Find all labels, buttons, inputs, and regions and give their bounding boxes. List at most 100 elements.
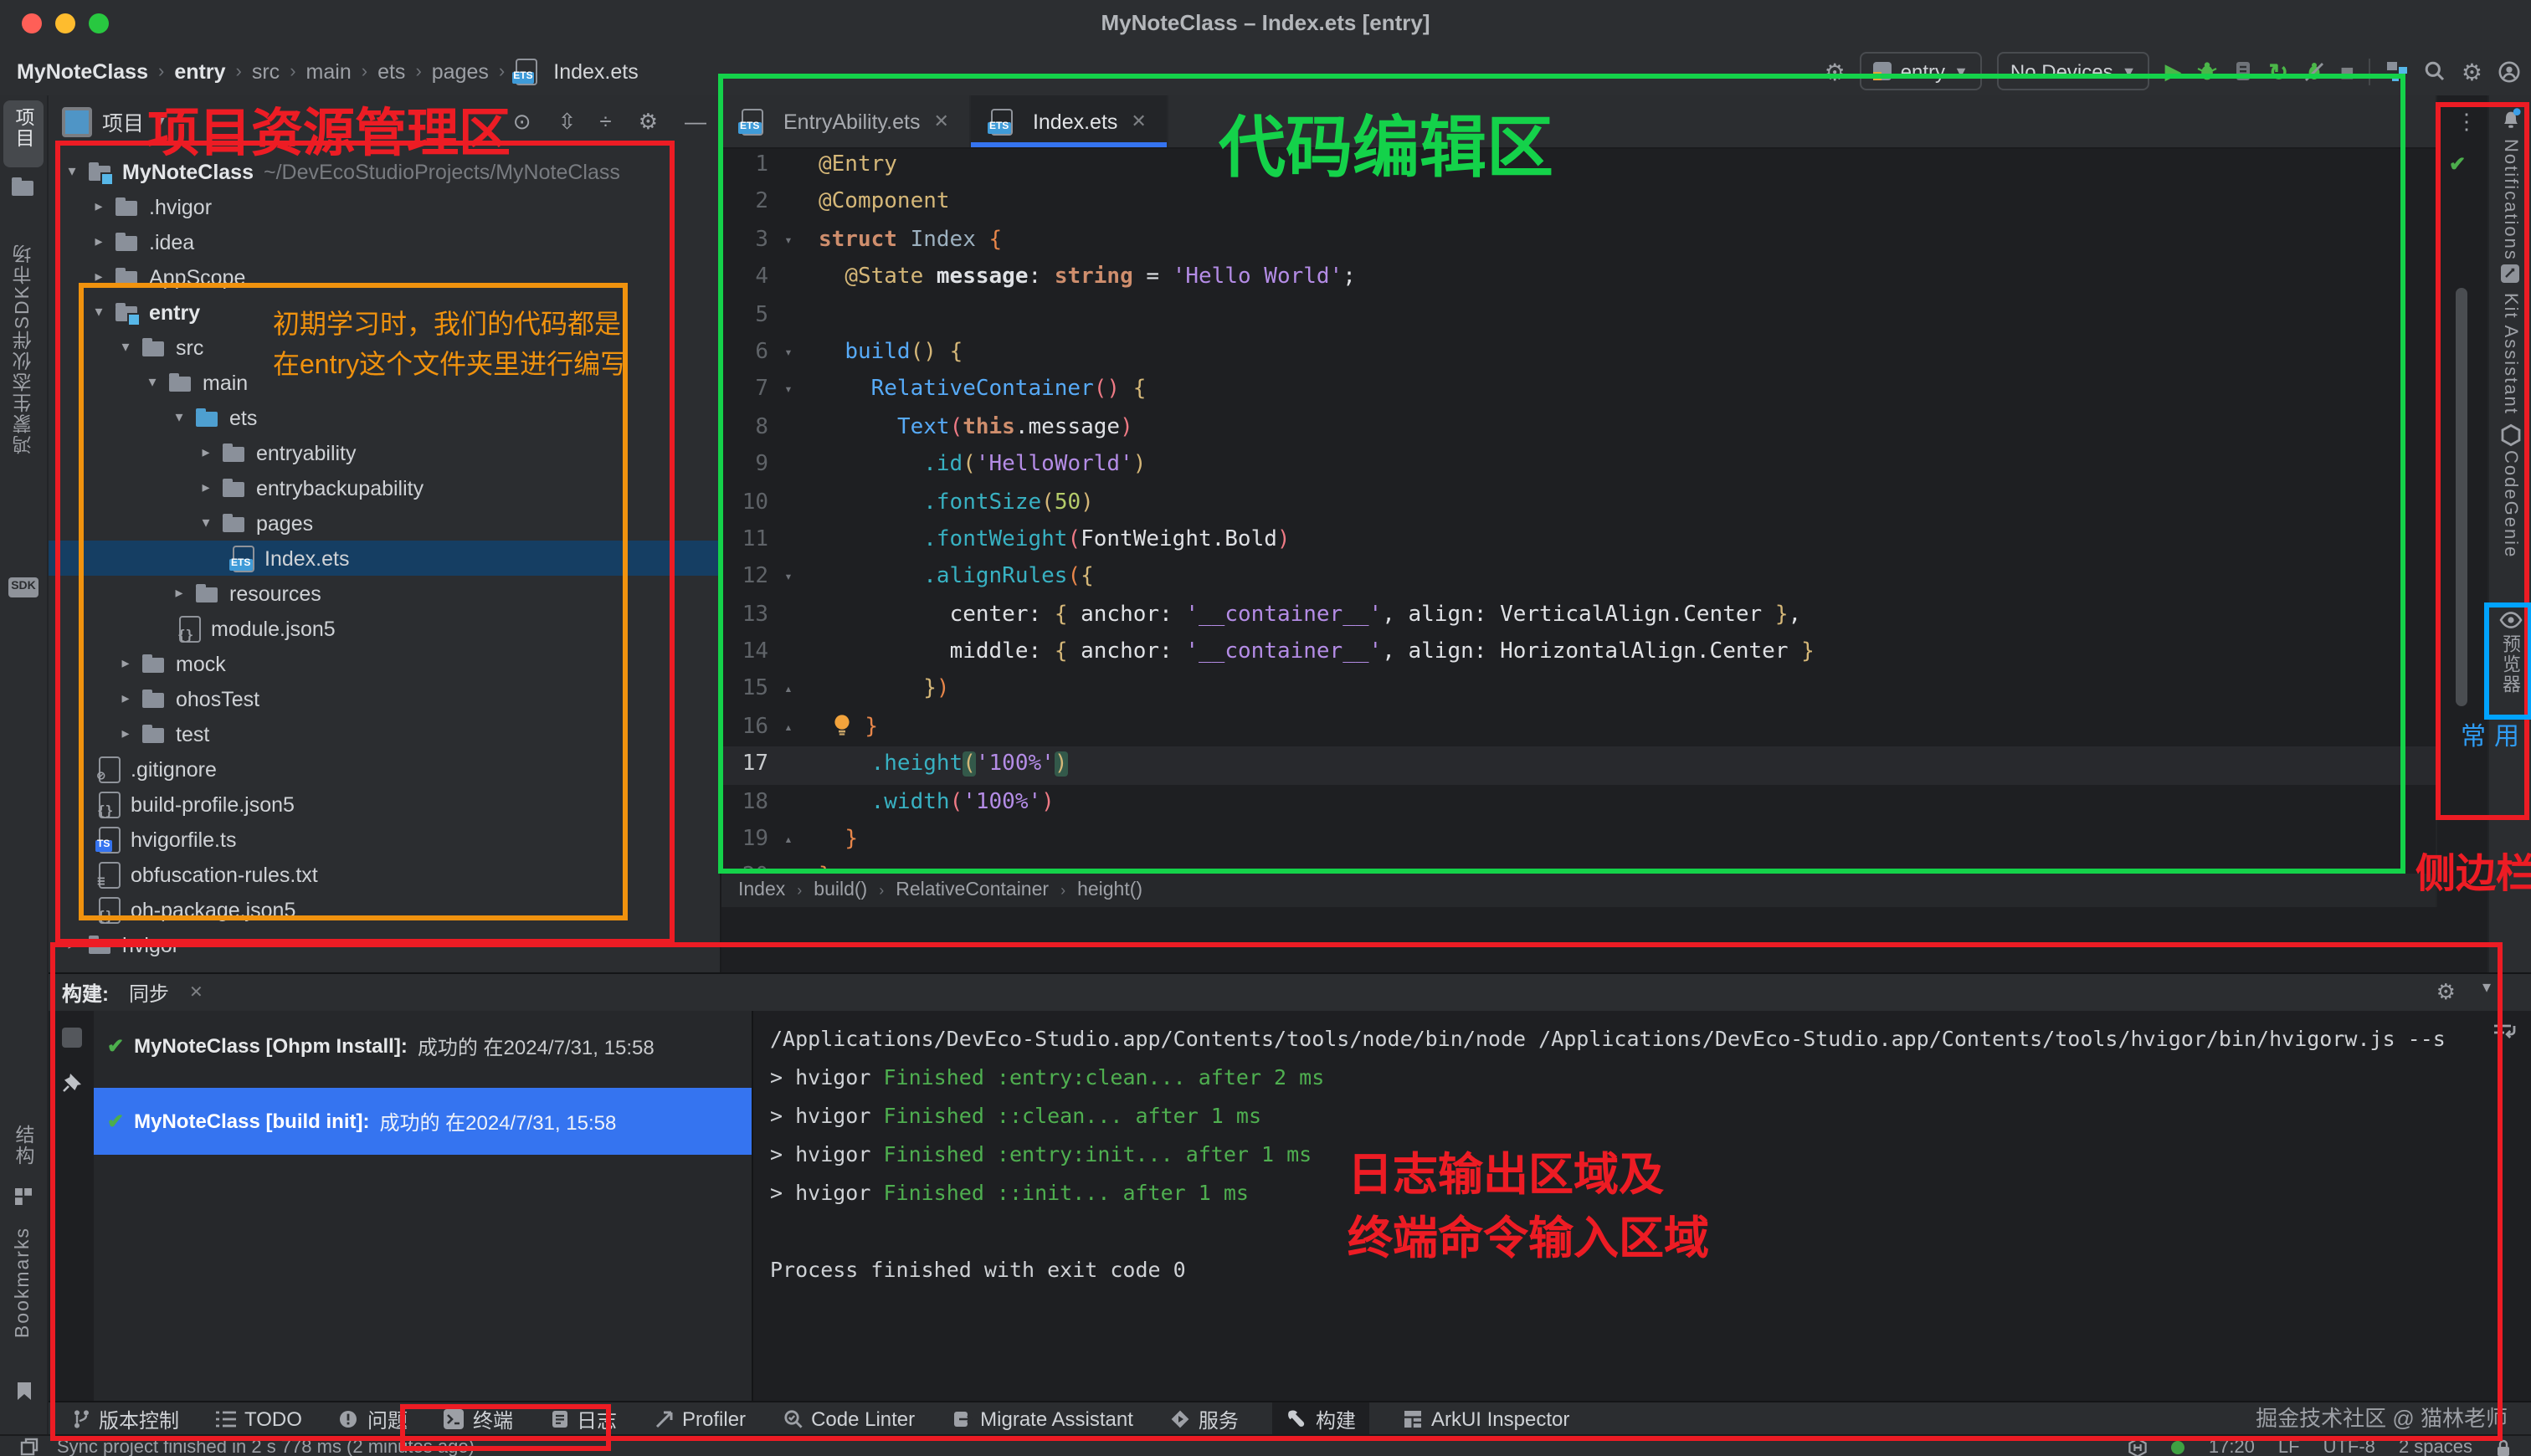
tree-row[interactable]: ▸resources: [49, 576, 720, 611]
fold-marker-icon[interactable]: ▴: [778, 710, 798, 747]
fold-marker-icon[interactable]: ▴: [778, 859, 798, 874]
tree-chevron-icon[interactable]: ▾: [169, 408, 189, 427]
collapse-all-icon[interactable]: ÷: [599, 108, 611, 135]
code-line[interactable]: 3▾struct Index {: [721, 223, 2437, 260]
tree-chevron-icon[interactable]: ▾: [116, 338, 136, 356]
terminal-output[interactable]: /Applications/DevEco-Studio.app/Contents…: [753, 1011, 2484, 1436]
project-folder-icon[interactable]: [0, 176, 47, 197]
tree-row[interactable]: ≡obfuscation-rules.txt: [49, 857, 720, 892]
chevron-down-icon[interactable]: ▼: [154, 114, 167, 129]
account-profile-icon[interactable]: [2498, 59, 2521, 83]
inspection-menu-icon[interactable]: ⋮: [2456, 109, 2477, 136]
stop-button[interactable]: ■: [2340, 59, 2354, 83]
project-options-gear-icon[interactable]: ⚙: [639, 108, 658, 135]
tree-chevron-icon[interactable]: ▾: [89, 303, 109, 321]
tree-row[interactable]: ▾entry: [49, 295, 720, 330]
fold-marker-icon[interactable]: ▾: [778, 223, 798, 260]
tree-row[interactable]: ▸.idea: [49, 224, 720, 259]
tree-chevron-icon[interactable]: ▸: [196, 443, 216, 462]
tree-chevron-icon[interactable]: ▾: [196, 514, 216, 532]
code-line[interactable]: 19▴ }: [721, 822, 2437, 859]
code-line[interactable]: 8 Text(this.message): [721, 409, 2437, 447]
lock-icon[interactable]: [2496, 1438, 2511, 1456]
debug-button[interactable]: [2196, 60, 2218, 82]
sidebar-item-kit-assistant[interactable]: Kit Assistant: [2489, 293, 2531, 415]
breadcrumb-item[interactable]: src: [252, 59, 280, 83]
run-button[interactable]: ▶: [2164, 60, 2181, 82]
tool-window-button-服务[interactable]: 服务: [1167, 1402, 1242, 1436]
tree-row[interactable]: ▾src: [49, 330, 720, 365]
restart-app-icon[interactable]: ↻: [2268, 59, 2287, 83]
code-line[interactable]: 6▾ build() {: [721, 335, 2437, 372]
editor-breadcrumb-item[interactable]: height(): [1077, 880, 1142, 900]
tool-window-layout-icon[interactable]: [20, 1438, 39, 1456]
status-line-ending[interactable]: LF: [2278, 1438, 2300, 1456]
tool-window-button-日志[interactable]: 日志: [547, 1402, 620, 1436]
tree-row[interactable]: TShvigorfile.ts: [49, 822, 720, 857]
tree-chevron-icon[interactable]: ▸: [169, 584, 189, 602]
code-line[interactable]: 9 .id('HelloWorld'): [721, 447, 2437, 484]
notifications-bell-icon[interactable]: [2489, 107, 2531, 131]
soft-wrap-icon[interactable]: [2492, 1021, 2518, 1043]
code-line[interactable]: 15▴ }): [721, 672, 2437, 710]
tree-row[interactable]: ▾pages: [49, 505, 720, 541]
editor-scrollbar[interactable]: [2456, 288, 2467, 706]
sidebar-item-codegenie[interactable]: CodeGenie: [2489, 450, 2531, 558]
tree-row[interactable]: {}oh-package.json5: [49, 892, 720, 927]
breadcrumb-item[interactable]: main: [306, 59, 352, 83]
build-run-row[interactable]: ✔MyNoteClass [build init]: 成功的 在2024/7/3…: [94, 1088, 752, 1155]
tree-row[interactable]: ▸.hvigor: [49, 189, 720, 224]
intention-bulb-icon[interactable]: [832, 715, 852, 740]
sidebar-item-project[interactable]: 项目: [0, 107, 47, 149]
code-line[interactable]: 2@Component: [721, 185, 2437, 223]
tree-row[interactable]: ▸hvigor: [49, 927, 720, 962]
tool-window-button-TODO[interactable]: TODO: [213, 1402, 305, 1436]
tree-row[interactable]: ⊘.gitignore: [49, 751, 720, 787]
sidebar-item-bookmarks[interactable]: Bookmarks: [0, 1227, 47, 1338]
tree-chevron-icon[interactable]: ▸: [116, 725, 136, 743]
tree-row[interactable]: ETSIndex.ets: [49, 541, 720, 576]
stop-build-icon[interactable]: [62, 1028, 82, 1048]
tool-window-button-Code Linter[interactable]: Code Linter: [779, 1402, 918, 1436]
hide-build-panel-icon[interactable]: ▾: [2482, 979, 2491, 1006]
device-dropdown[interactable]: No Devices▼: [1997, 52, 2150, 90]
tree-row[interactable]: ▸test: [49, 716, 720, 751]
tree-chevron-icon[interactable]: ▸: [196, 479, 216, 497]
tree-chevron-icon[interactable]: ▸: [62, 936, 82, 954]
breadcrumb-item[interactable]: ets: [377, 59, 405, 83]
editor-breadcrumb-item[interactable]: Index: [738, 880, 785, 900]
code-line[interactable]: 4 @State message: string = 'Hello World'…: [721, 259, 2437, 297]
run-config-dropdown[interactable]: entry▼: [1861, 52, 1982, 90]
sidebar-item-previewer[interactable]: 预览器: [2489, 634, 2531, 695]
editor-breadcrumb-item[interactable]: build(): [814, 880, 867, 900]
breadcrumb-item[interactable]: MyNoteClass: [17, 59, 148, 83]
fold-marker-icon[interactable]: ▾: [778, 372, 798, 410]
stop-debug-icon[interactable]: [2303, 60, 2325, 82]
tree-chevron-icon[interactable]: ▾: [62, 162, 82, 181]
tree-row[interactable]: ▾main: [49, 365, 720, 400]
code-area[interactable]: 1@Entry2@Component3▾struct Index {4 @Sta…: [721, 147, 2437, 874]
code-line[interactable]: 17 .height('100%'): [721, 747, 2437, 785]
code-line[interactable]: 14 middle: { anchor: '__container__', al…: [721, 634, 2437, 672]
fold-marker-icon[interactable]: ▾: [778, 335, 798, 372]
close-tab-icon[interactable]: ✕: [1131, 110, 1146, 132]
previewer-eye-icon[interactable]: [2489, 611, 2531, 629]
code-line[interactable]: 1@Entry: [721, 147, 2437, 185]
code-line[interactable]: 18 .width('100%'): [721, 784, 2437, 822]
fold-marker-icon[interactable]: ▾: [778, 560, 798, 597]
tree-chevron-icon[interactable]: ▸: [89, 268, 109, 286]
expand-all-icon[interactable]: ⇳: [558, 108, 573, 135]
code-line[interactable]: 20▴}: [721, 859, 2437, 874]
fold-marker-icon[interactable]: ▴: [778, 822, 798, 859]
search-everywhere-icon[interactable]: [2425, 60, 2446, 82]
code-line[interactable]: 7▾ RelativeContainer() {: [721, 372, 2437, 410]
tree-row[interactable]: ▾MyNoteClass~/DevEcoStudioProjects/MyNot…: [49, 154, 720, 189]
tool-window-button-Migrate Assistant[interactable]: Migrate Assistant: [948, 1402, 1137, 1436]
hide-panel-icon[interactable]: —: [685, 108, 706, 135]
code-line[interactable]: 5: [721, 297, 2437, 335]
sidebar-item-notifications[interactable]: Notifications: [2489, 139, 2531, 261]
code-line[interactable]: 13 center: { anchor: '__container__', al…: [721, 597, 2437, 634]
tree-row[interactable]: {}module.json5: [49, 611, 720, 646]
tool-window-button-问题[interactable]: 问题: [336, 1402, 411, 1436]
tool-window-button-Profiler[interactable]: Profiler: [650, 1402, 749, 1436]
